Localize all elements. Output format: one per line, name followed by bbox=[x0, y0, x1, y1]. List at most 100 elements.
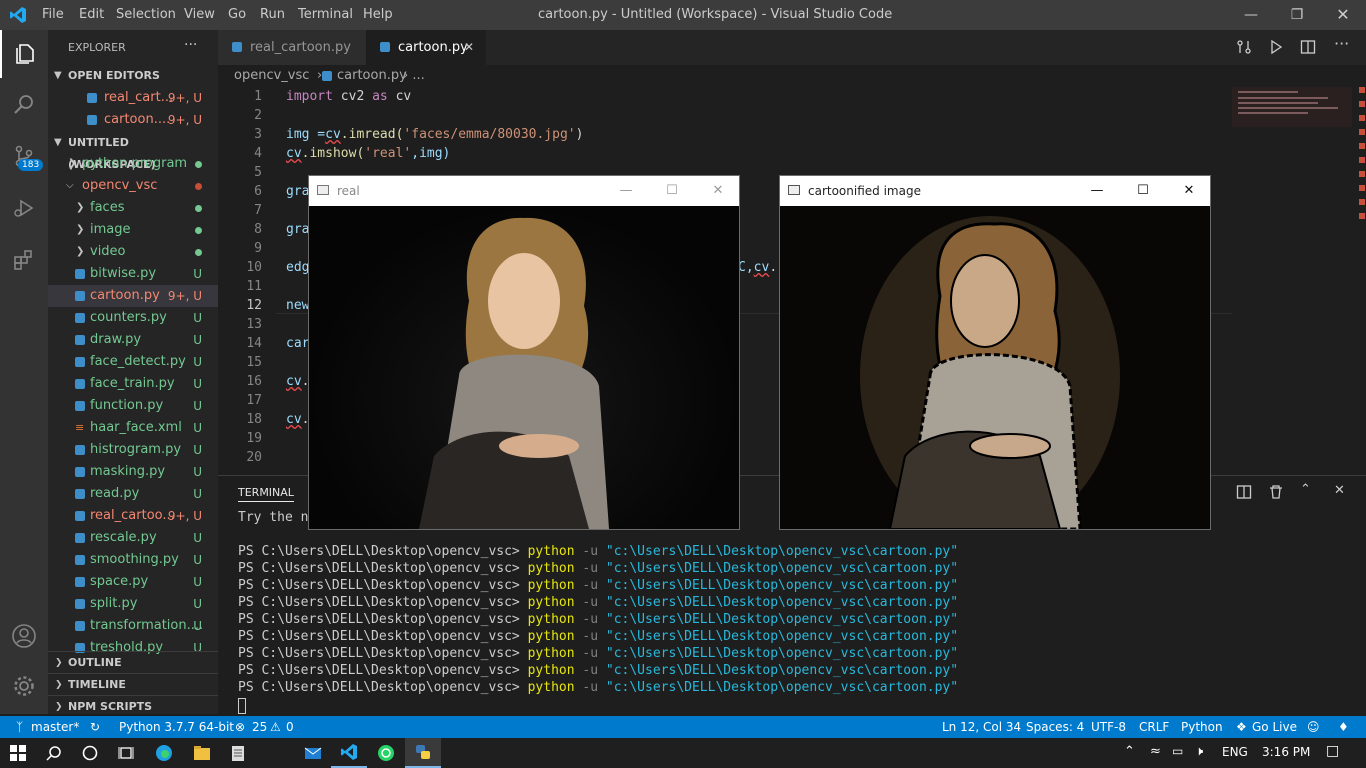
file-item[interactable]: bitwise.py U bbox=[48, 263, 218, 285]
python-interpreter[interactable]: Python 3.7.7 64-bit bbox=[119, 716, 234, 738]
minimize-button[interactable]: — bbox=[1074, 176, 1120, 206]
real-image-window[interactable]: real — ☐ ✕ bbox=[308, 175, 740, 530]
timeline-section[interactable]: ❯ TIMELINE bbox=[48, 673, 218, 695]
language-mode[interactable]: Python bbox=[1181, 716, 1223, 738]
menu-selection[interactable]: Selection bbox=[116, 7, 176, 22]
split-terminal-icon[interactable] bbox=[1236, 484, 1252, 504]
file-item[interactable]: rescale.py U bbox=[48, 527, 218, 549]
menu-terminal[interactable]: Terminal bbox=[298, 7, 353, 22]
window-title-bar[interactable]: real — ☐ ✕ bbox=[309, 176, 739, 206]
breadcrumb-symbol[interactable]: › ... bbox=[403, 65, 425, 87]
tab-real-cartoon[interactable]: real_cartoon.py bbox=[218, 30, 366, 65]
tab-terminal[interactable]: TERMINAL bbox=[238, 486, 294, 502]
explorer-icon[interactable] bbox=[0, 30, 48, 78]
tab-close-icon[interactable]: ✕ bbox=[464, 30, 474, 65]
trash-icon[interactable] bbox=[1268, 484, 1284, 504]
file-item[interactable]: cartoon.py 9+, U bbox=[48, 285, 218, 307]
whatsapp-icon[interactable] bbox=[368, 738, 404, 768]
folder-image[interactable]: ❯ image bbox=[48, 219, 218, 241]
mail-icon[interactable] bbox=[295, 738, 331, 768]
open-editor-item[interactable]: real_cart... 9+, U bbox=[48, 87, 218, 109]
folder-video[interactable]: ❯ video bbox=[48, 241, 218, 263]
menu-help[interactable]: Help bbox=[363, 7, 393, 22]
notepad-icon[interactable] bbox=[220, 738, 256, 768]
action-center-icon[interactable]: □ bbox=[1326, 743, 1339, 759]
chevron-up-icon[interactable]: ⌃ bbox=[1300, 482, 1311, 497]
restore-button[interactable]: ❐ bbox=[1274, 0, 1320, 30]
menu-view[interactable]: View bbox=[184, 7, 215, 22]
npm-scripts-section[interactable]: ❯ NPM SCRIPTS bbox=[48, 695, 218, 717]
feedback-icon[interactable]: ☺ bbox=[1307, 716, 1320, 738]
file-item[interactable]: face_detect.py U bbox=[48, 351, 218, 373]
folder-python-program[interactable]: ❯ python program bbox=[48, 153, 218, 175]
file-item[interactable]: smoothing.py U bbox=[48, 549, 218, 571]
more-actions-icon[interactable]: ··· bbox=[1334, 34, 1349, 53]
vscode-taskbar-icon[interactable] bbox=[331, 738, 367, 768]
split-editor-icon[interactable] bbox=[1300, 39, 1316, 59]
file-explorer-icon[interactable] bbox=[184, 738, 220, 768]
warning-count[interactable]: 0 bbox=[286, 716, 294, 738]
sync-icon[interactable]: ↻ bbox=[90, 716, 100, 738]
task-view-icon[interactable] bbox=[108, 738, 144, 768]
open-editors-section[interactable]: ▼ OPEN EDITORS bbox=[48, 65, 218, 87]
close-button[interactable]: ✕ bbox=[1166, 176, 1212, 206]
menu-file[interactable]: File bbox=[42, 7, 64, 22]
tab-cartoon[interactable]: cartoon.py ✕ bbox=[366, 30, 486, 65]
file-item[interactable]: space.py U bbox=[48, 571, 218, 593]
problem-count[interactable]: 25 bbox=[252, 716, 267, 738]
maximize-button[interactable]: ☐ bbox=[1120, 176, 1166, 206]
windows-start-icon[interactable] bbox=[0, 738, 36, 768]
branch-status[interactable]: master* bbox=[31, 716, 79, 738]
battery-icon[interactable]: ▭ bbox=[1172, 744, 1183, 758]
folder-faces[interactable]: ❯ faces bbox=[48, 197, 218, 219]
menu-run[interactable]: Run bbox=[260, 7, 285, 22]
file-item[interactable]: real_cartoo... 9+, U bbox=[48, 505, 218, 527]
cartoon-image-window[interactable]: cartoonified image — ☐ ✕ bbox=[779, 175, 1211, 536]
cursor-position[interactable]: Ln 12, Col 34 bbox=[942, 716, 1021, 738]
file-item[interactable]: function.py U bbox=[48, 395, 218, 417]
edge-icon[interactable] bbox=[146, 738, 182, 768]
run-debug-icon[interactable] bbox=[0, 184, 48, 232]
search-icon[interactable] bbox=[36, 738, 72, 768]
go-live-button[interactable]: Go Live bbox=[1252, 716, 1297, 738]
extensions-icon[interactable] bbox=[0, 236, 48, 284]
compare-changes-icon[interactable] bbox=[1236, 39, 1252, 59]
file-item[interactable]: histrogram.py U bbox=[48, 439, 218, 461]
close-button[interactable]: ✕ bbox=[1320, 0, 1366, 30]
show-hidden-icons[interactable]: ⌃ bbox=[1124, 744, 1135, 759]
menu-edit[interactable]: Edit bbox=[79, 7, 104, 22]
file-item[interactable]: split.py U bbox=[48, 593, 218, 615]
minimap[interactable] bbox=[1232, 87, 1352, 127]
settings-gear-icon[interactable] bbox=[0, 662, 48, 710]
wifi-icon[interactable]: ≈ bbox=[1150, 744, 1161, 759]
notifications-bell-icon[interactable]: ♦ bbox=[1338, 716, 1349, 738]
input-language[interactable]: ENG bbox=[1222, 745, 1248, 759]
breadcrumb-folder[interactable]: opencv_vsc bbox=[234, 65, 309, 87]
explorer-more-icon[interactable]: ··· bbox=[184, 37, 197, 53]
maximize-button[interactable]: ☐ bbox=[649, 176, 695, 206]
run-file-icon[interactable] bbox=[1268, 39, 1284, 59]
menu-go[interactable]: Go bbox=[228, 7, 246, 22]
indentation[interactable]: Spaces: 4 bbox=[1026, 716, 1084, 738]
source-control-icon[interactable]: 183 bbox=[0, 132, 48, 180]
cortana-icon[interactable] bbox=[72, 738, 108, 768]
file-item[interactable]: transformation.... U bbox=[48, 615, 218, 637]
file-item[interactable]: counters.py U bbox=[48, 307, 218, 329]
volume-icon[interactable]: 🕨 bbox=[1195, 744, 1203, 759]
window-title-bar[interactable]: cartoonified image — ☐ ✕ bbox=[780, 176, 1210, 206]
file-item[interactable]: masking.py U bbox=[48, 461, 218, 483]
open-editor-item[interactable]: cartoon.... 9+, U bbox=[48, 109, 218, 131]
file-item[interactable]: ≡ haar_face.xml U bbox=[48, 417, 218, 439]
file-item[interactable]: read.py U bbox=[48, 483, 218, 505]
file-item[interactable]: face_train.py U bbox=[48, 373, 218, 395]
close-button[interactable]: ✕ bbox=[695, 176, 741, 206]
search-icon[interactable] bbox=[0, 80, 48, 128]
account-icon[interactable] bbox=[0, 612, 48, 660]
clock[interactable]: 3:16 PM bbox=[1262, 745, 1310, 759]
breadcrumb-file[interactable]: cartoon.py bbox=[337, 65, 407, 87]
minimize-button[interactable]: — bbox=[603, 176, 649, 206]
line-ending[interactable]: CRLF bbox=[1139, 716, 1169, 738]
python-taskbar-icon[interactable] bbox=[405, 738, 441, 768]
close-panel-icon[interactable]: ✕ bbox=[1334, 483, 1345, 498]
encoding[interactable]: UTF-8 bbox=[1091, 716, 1126, 738]
